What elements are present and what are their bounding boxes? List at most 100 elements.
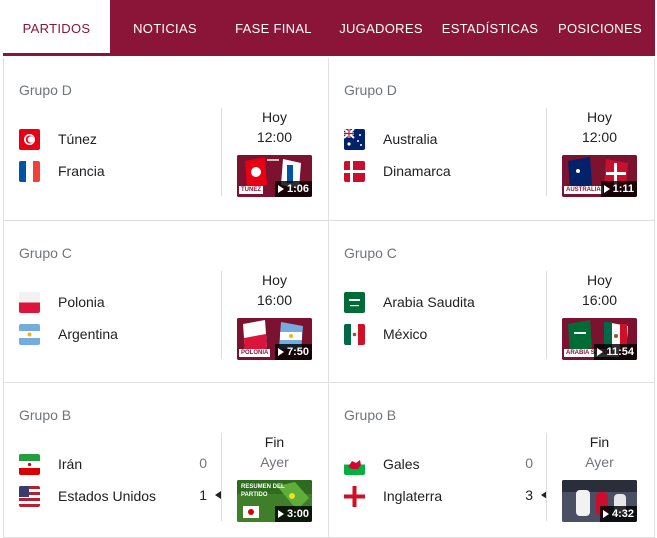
- tab-label: NOTICIAS: [133, 20, 197, 36]
- divider: [546, 108, 547, 196]
- video-thumbnail[interactable]: RESUMEN DEL PARTIDO 3:00: [237, 480, 312, 522]
- match-time: 12:00: [256, 129, 293, 145]
- team-name: Australia: [383, 131, 438, 147]
- team-name: Gales: [383, 456, 420, 472]
- france-flag-icon: [19, 160, 40, 182]
- match-day: Hoy: [587, 272, 612, 288]
- duration-text: 1:06: [286, 183, 309, 195]
- video-thumbnail[interactable]: POLONIA 7:50: [237, 318, 312, 360]
- tab-estadisticas[interactable]: ESTADÍSTICAS: [435, 0, 545, 56]
- divider: [221, 108, 222, 196]
- team-row: Estados Unidos: [19, 485, 156, 507]
- group-label: Grupo B: [19, 407, 72, 423]
- divider: [546, 433, 547, 521]
- team2-score: 3: [525, 487, 533, 503]
- team-name: Estados Unidos: [58, 488, 157, 504]
- match-time: 16:00: [256, 292, 293, 308]
- duration-text: 4:32: [611, 508, 634, 520]
- team-row: Inglaterra: [344, 485, 442, 507]
- argentina-flag-icon: [19, 323, 40, 345]
- tab-label: PARTIDOS: [22, 20, 91, 36]
- match-card[interactable]: Grupo D Túnez Francia Hoy 12:00 TÚNEZ 1:…: [3, 58, 329, 221]
- poland-flag-icon: [19, 291, 40, 313]
- team1-score: 0: [525, 455, 533, 471]
- england-flag-icon: [344, 485, 365, 507]
- team-row: Dinamarca: [344, 160, 451, 182]
- tab-posiciones[interactable]: POSICIONES: [545, 0, 655, 56]
- team2-score: 1: [199, 487, 207, 503]
- tab-label: POSICIONES: [558, 20, 642, 36]
- thumbnail-caption: RESUMEN DEL PARTIDO: [241, 484, 285, 498]
- match-status: Fin: [589, 434, 610, 450]
- australia-flag-icon: [344, 128, 365, 150]
- duration-text: 11:54: [606, 346, 634, 358]
- play-icon: [603, 185, 610, 193]
- team-name: Polonia: [58, 294, 105, 310]
- team-name: Túnez: [58, 131, 97, 147]
- match-day: Hoy: [262, 109, 287, 125]
- usa-flag-icon: [19, 485, 40, 507]
- divider: [221, 433, 222, 521]
- team-name: Inglaterra: [383, 488, 443, 504]
- video-thumbnail[interactable]: 4:32: [562, 480, 637, 522]
- team1-score: 0: [199, 455, 207, 471]
- duration-text: 3:00: [286, 508, 309, 520]
- group-label: Grupo D: [344, 82, 397, 98]
- video-duration: 7:50: [274, 344, 312, 360]
- team-name: Francia: [58, 163, 105, 179]
- play-icon: [277, 348, 284, 356]
- match-status: Fin: [264, 434, 285, 450]
- tab-jugadores[interactable]: JUGADORES: [327, 0, 435, 56]
- team-row: Túnez: [19, 128, 97, 150]
- team-row: Gales: [344, 453, 420, 475]
- team-name: Irán: [58, 456, 83, 472]
- video-duration: 4:32: [599, 506, 637, 522]
- divider: [221, 271, 222, 359]
- match-card[interactable]: Grupo B Gales Inglaterra 0 3 Fin Ayer 4:…: [329, 383, 655, 538]
- video-thumbnail[interactable]: AUSTRALIA 1:11: [562, 155, 637, 197]
- video-duration: 1:06: [274, 181, 312, 197]
- tab-partidos[interactable]: PARTIDOS: [3, 0, 110, 56]
- video-duration: 3:00: [274, 506, 312, 522]
- team-row: Irán: [19, 453, 82, 475]
- group-label: Grupo C: [19, 245, 72, 261]
- thumbnail-caption: AUSTRALIA: [564, 186, 603, 194]
- match-day: Ayer: [585, 454, 614, 470]
- match-card[interactable]: Grupo C Arabia Saudita México Hoy 16:00 …: [329, 221, 655, 383]
- match-grid: Grupo D Túnez Francia Hoy 12:00 TÚNEZ 1:…: [3, 58, 655, 538]
- video-duration: 11:54: [594, 344, 637, 360]
- play-icon: [597, 348, 604, 356]
- team-name: Arabia Saudita: [383, 294, 475, 310]
- tab-bar: PARTIDOS NOTICIAS FASE FINAL JUGADORES E…: [3, 0, 655, 56]
- iran-flag-icon: [19, 453, 40, 475]
- match-day: Ayer: [260, 454, 289, 470]
- team-row: Francia: [19, 160, 105, 182]
- tab-label: JUGADORES: [339, 20, 423, 36]
- play-icon: [277, 510, 284, 518]
- match-time: 12:00: [581, 129, 618, 145]
- team-row: Australia: [344, 128, 437, 150]
- tab-noticias[interactable]: NOTICIAS: [110, 0, 220, 56]
- duration-text: 7:50: [286, 346, 309, 358]
- play-icon: [602, 510, 609, 518]
- saudi-arabia-flag-icon: [344, 291, 365, 313]
- match-day: Hoy: [587, 109, 612, 125]
- match-card[interactable]: Grupo C Polonia Argentina Hoy 16:00 POLO…: [3, 221, 329, 383]
- play-icon: [277, 185, 284, 193]
- tab-label: ESTADÍSTICAS: [441, 20, 539, 36]
- team-name: México: [383, 326, 428, 342]
- tab-fase-final[interactable]: FASE FINAL: [220, 0, 327, 56]
- tunisia-flag-icon: [19, 128, 40, 150]
- video-duration: 1:11: [600, 181, 637, 197]
- match-card[interactable]: Grupo D Australia Dinamarca Hoy 12:00 AU…: [329, 58, 655, 221]
- group-label: Grupo D: [19, 82, 72, 98]
- wales-flag-icon: [344, 453, 365, 475]
- video-thumbnail[interactable]: TÚNEZ 1:06: [237, 155, 312, 197]
- team-row: México: [344, 323, 427, 345]
- match-card[interactable]: Grupo B Irán Estados Unidos 0 1 Fin Ayer: [3, 383, 329, 538]
- team-row: Arabia Saudita: [344, 291, 475, 313]
- team-row: Argentina: [19, 323, 118, 345]
- divider: [546, 271, 547, 359]
- thumbnail-caption: TÚNEZ: [239, 186, 263, 194]
- video-thumbnail[interactable]: ARABIA SAUDITA 11:54: [562, 318, 637, 360]
